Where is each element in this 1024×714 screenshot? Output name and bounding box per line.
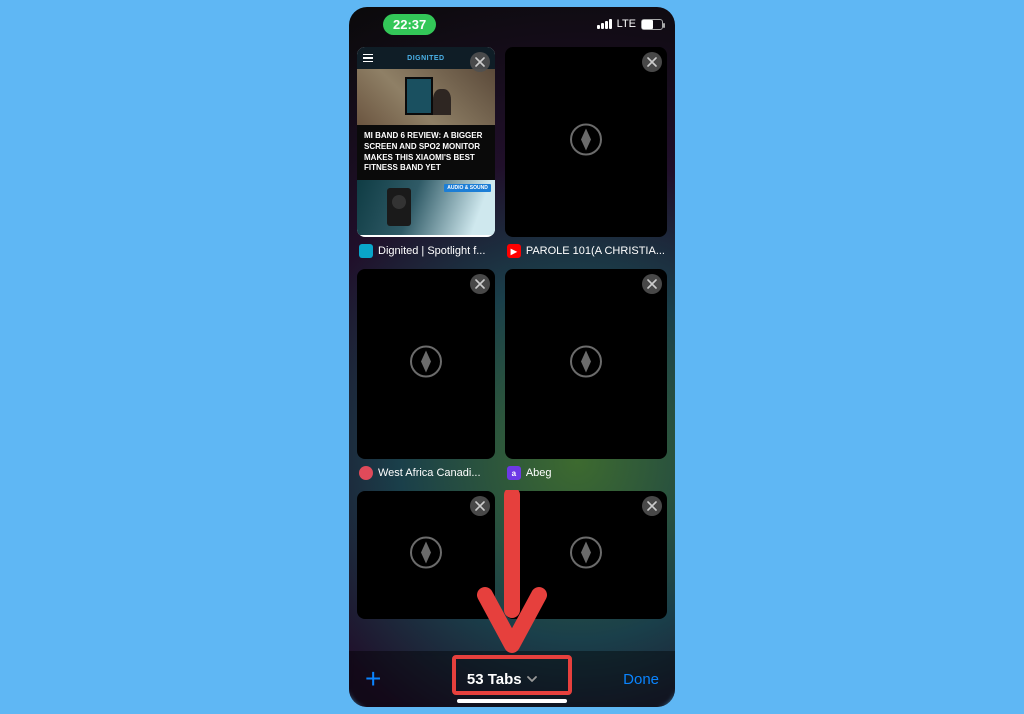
home-indicator[interactable]: [457, 699, 567, 703]
favicon: ▶: [507, 244, 521, 258]
tabs-grid: DIGNITED MI BAND 6 REVIEW: A BIGGER SCRE…: [349, 41, 675, 619]
tab-card[interactable]: DIGNITED MI BAND 6 REVIEW: A BIGGER SCRE…: [357, 47, 495, 259]
tab-card[interactable]: West Africa Canadi...: [357, 269, 495, 481]
close-tab-button[interactable]: [642, 274, 662, 294]
compass-icon: [568, 122, 604, 163]
favicon: [359, 244, 373, 258]
compass-icon: [408, 535, 444, 576]
chevron-down-icon: [526, 673, 538, 685]
network-type: LTE: [617, 18, 636, 30]
close-tab-button[interactable]: [470, 52, 490, 72]
tab-card[interactable]: a Abeg: [505, 269, 667, 481]
article-headline: MI BAND 6 REVIEW: A BIGGER SCREEN AND SP…: [357, 125, 495, 180]
close-icon: [647, 279, 657, 289]
tabs-count-button[interactable]: 53 Tabs: [467, 671, 538, 688]
tab-preview[interactable]: [505, 491, 667, 619]
tab-title: Abeg: [526, 467, 552, 479]
close-icon: [647, 57, 657, 67]
phone-frame: 22:37 LTE DIGNITED MI BAND 6 REVIEW: A: [349, 7, 675, 707]
done-button[interactable]: Done: [623, 671, 659, 688]
close-tab-button[interactable]: [470, 496, 490, 516]
status-indicators: LTE: [597, 18, 663, 30]
hero-image: [357, 69, 495, 125]
close-tab-button[interactable]: [470, 274, 490, 294]
new-tab-button[interactable]: +: [365, 665, 381, 693]
tabs-count-label: 53 Tabs: [467, 671, 522, 688]
tab-card[interactable]: [505, 491, 667, 619]
tab-preview[interactable]: DIGNITED MI BAND 6 REVIEW: A BIGGER SCRE…: [357, 47, 495, 237]
tab-preview[interactable]: [357, 269, 495, 459]
close-icon: [475, 57, 485, 67]
battery-icon: [641, 19, 663, 30]
category-badge: AUDIO & SOUND: [444, 184, 491, 192]
compass-icon: [568, 344, 604, 385]
compass-icon: [408, 344, 444, 385]
article-image: AUDIO & SOUND: [357, 180, 495, 235]
tab-preview[interactable]: [505, 47, 667, 237]
close-tab-button[interactable]: [642, 496, 662, 516]
tab-preview[interactable]: [505, 269, 667, 459]
close-icon: [475, 501, 485, 511]
close-icon: [647, 501, 657, 511]
favicon: [359, 466, 373, 480]
time-pill[interactable]: 22:37: [383, 14, 436, 35]
tab-title: Dignited | Spotlight f...: [378, 245, 485, 257]
tab-card[interactable]: [357, 491, 495, 619]
compass-icon: [568, 535, 604, 576]
close-icon: [475, 279, 485, 289]
tab-card[interactable]: ▶ PAROLE 101(A CHRISTIA...: [505, 47, 667, 259]
status-bar: 22:37 LTE: [349, 7, 675, 41]
hamburger-icon: [363, 54, 373, 63]
tab-title: West Africa Canadi...: [378, 467, 481, 479]
brand-logo: DIGNITED: [407, 55, 444, 62]
tab-preview[interactable]: [357, 491, 495, 619]
close-tab-button[interactable]: [642, 52, 662, 72]
signal-icon: [597, 19, 612, 29]
favicon: a: [507, 466, 521, 480]
tab-title: PAROLE 101(A CHRISTIA...: [526, 245, 665, 257]
